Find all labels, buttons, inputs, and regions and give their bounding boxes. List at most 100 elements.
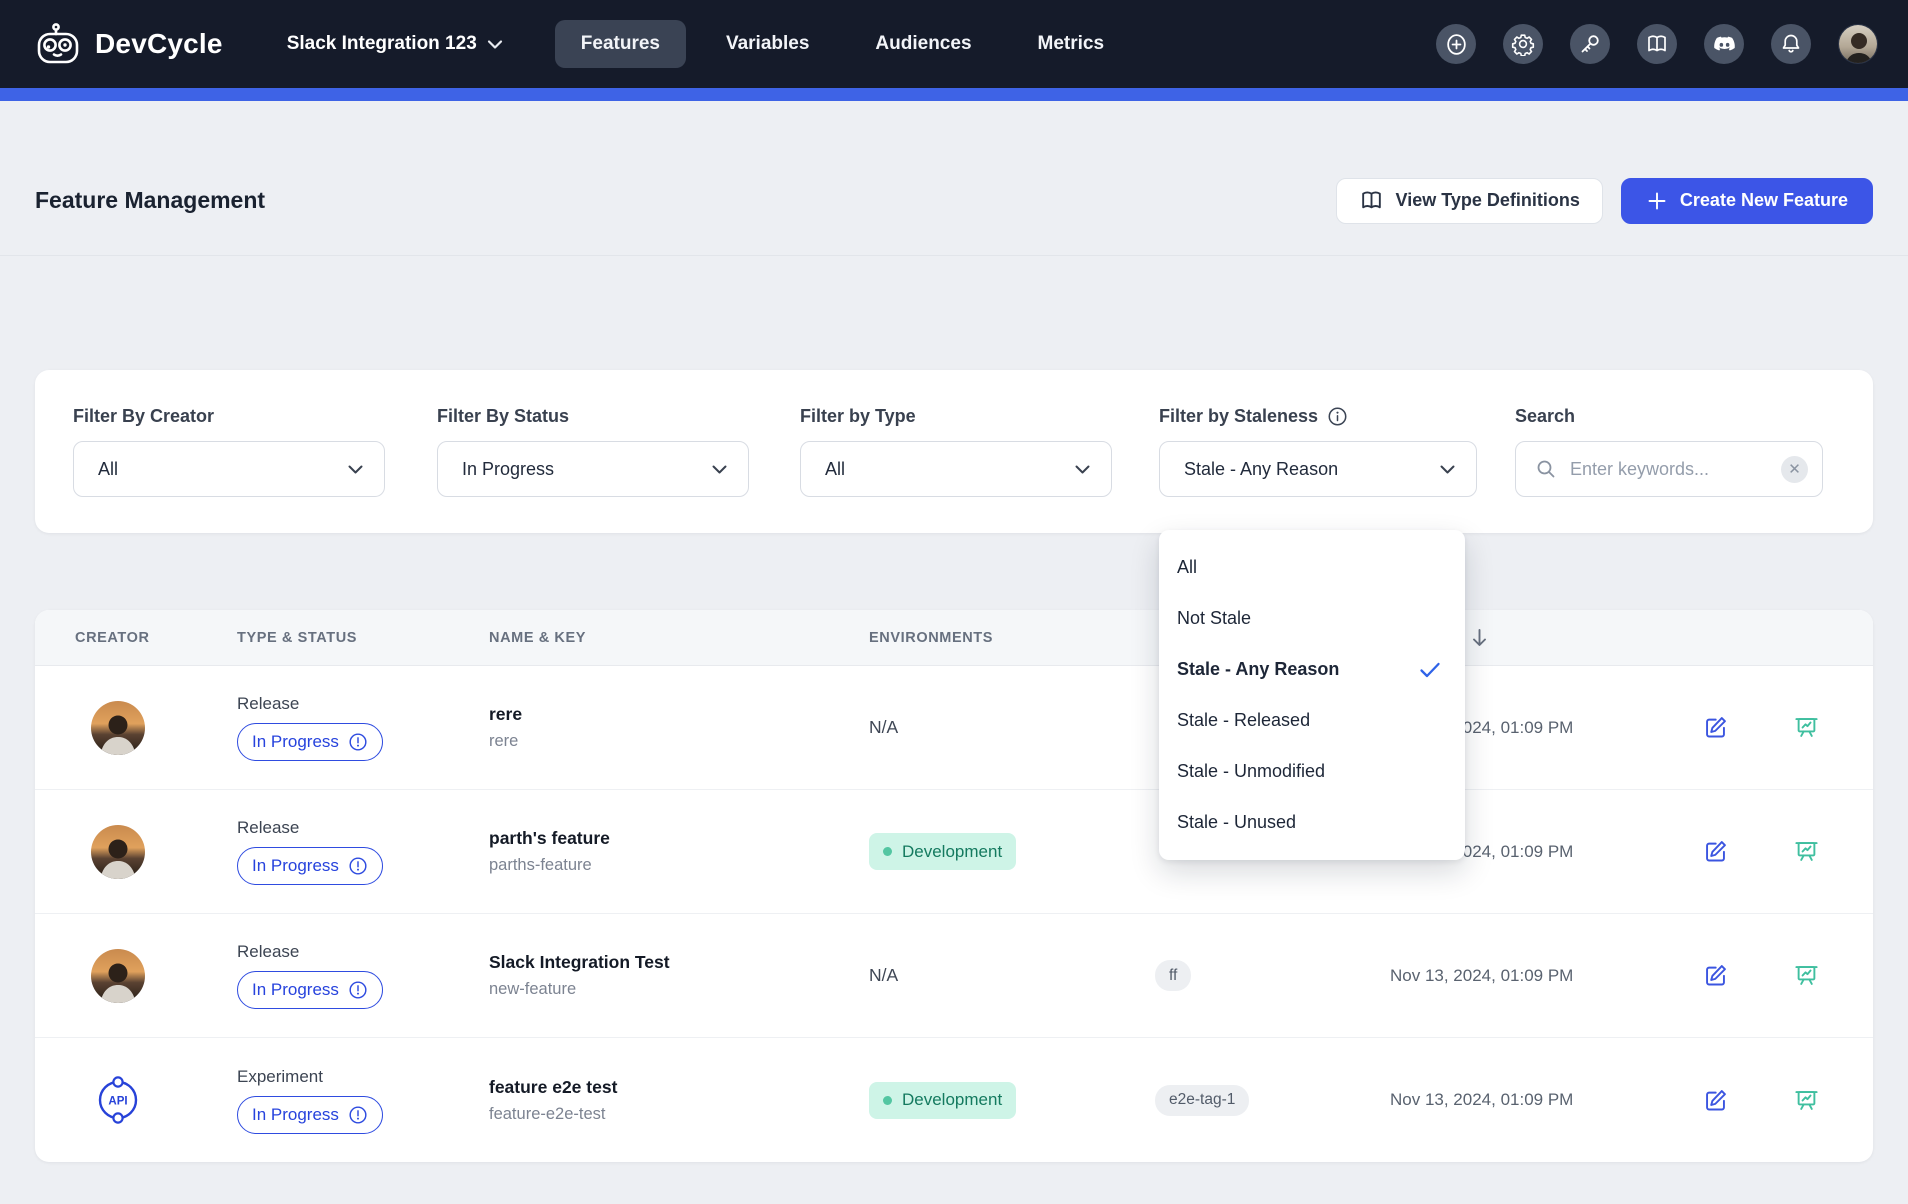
status-badge[interactable]: In Progress (237, 723, 383, 761)
edit-feature-button[interactable] (1702, 1087, 1729, 1114)
user-avatar[interactable] (1838, 24, 1878, 64)
filter-status-label: Filter By Status (437, 406, 749, 427)
edit-icon (1702, 962, 1729, 989)
feature-metrics-button[interactable] (1793, 962, 1820, 989)
api-icon: API (91, 1073, 237, 1127)
feature-type: Release (237, 694, 489, 714)
status-badge[interactable]: In Progress (237, 1096, 383, 1134)
feature-name[interactable]: feature e2e test (489, 1077, 869, 1098)
create-new-feature-label: Create New Feature (1680, 190, 1848, 211)
search-box: ✕ (1515, 441, 1823, 497)
cell-updated: Nov 13, 2024, 01:09 PM (1390, 966, 1660, 986)
cell-actions (1660, 838, 1873, 865)
feature-name[interactable]: rere (489, 704, 869, 725)
notifications-button[interactable] (1771, 24, 1811, 64)
filter-creator: Filter By Creator All (73, 406, 385, 497)
cell-type-status: Release In Progress (237, 942, 489, 1009)
cell-name-key: parth's feature parths-feature (489, 828, 869, 875)
table-row[interactable]: Release In Progress parth's feature part… (35, 790, 1873, 914)
brand[interactable]: DevCycle (35, 22, 223, 66)
filter-creator-select[interactable]: All (73, 441, 385, 497)
table-row[interactable]: API Experiment In Progress feature e2e t… (35, 1038, 1873, 1162)
check-icon (1419, 661, 1441, 679)
docs-button[interactable] (1637, 24, 1677, 64)
feature-metrics-button[interactable] (1793, 1087, 1820, 1114)
creator-avatar (91, 825, 145, 879)
col-header-environments[interactable]: ENVIRONMENTS (869, 630, 1155, 646)
discord-button[interactable] (1704, 24, 1744, 64)
gear-icon (1511, 32, 1535, 56)
tab-metrics[interactable]: Metrics (1012, 20, 1131, 68)
alert-circle-icon (348, 856, 368, 876)
alert-circle-icon (348, 980, 368, 1000)
filter-type-label: Filter by Type (800, 406, 1112, 427)
add-button[interactable] (1436, 24, 1476, 64)
tag-badge: ff (1155, 960, 1191, 991)
tab-variables[interactable]: Variables (700, 20, 835, 68)
staleness-option-stale-released[interactable]: Stale - Released (1159, 695, 1465, 746)
create-new-feature-button[interactable]: Create New Feature (1621, 178, 1873, 224)
cell-tags: ff (1155, 960, 1390, 991)
filter-status-select[interactable]: In Progress (437, 441, 749, 497)
info-icon[interactable] (1327, 406, 1348, 427)
edit-feature-button[interactable] (1702, 838, 1729, 865)
col-header-type-status[interactable]: TYPE & STATUS (237, 630, 489, 646)
table-row[interactable]: Release In Progress rere rere N/A Nov 13… (35, 666, 1873, 790)
col-header-creator[interactable]: CREATOR (75, 630, 237, 646)
search-input[interactable] (1570, 459, 1769, 480)
staleness-option-not-stale[interactable]: Not Stale (1159, 593, 1465, 644)
accent-bar (0, 88, 1908, 101)
cell-creator (75, 701, 237, 755)
filter-creator-value: All (98, 459, 118, 480)
environment-dot-icon (883, 847, 892, 856)
view-type-definitions-button[interactable]: View Type Definitions (1336, 178, 1603, 224)
filter-staleness-select[interactable]: Stale - Any Reason (1159, 441, 1477, 497)
feature-name[interactable]: Slack Integration Test (489, 952, 869, 973)
status-badge[interactable]: In Progress (237, 847, 383, 885)
creator-avatar (91, 701, 145, 755)
chevron-down-icon (347, 464, 364, 475)
edit-feature-button[interactable] (1702, 962, 1729, 989)
cell-creator (75, 825, 237, 879)
edit-feature-button[interactable] (1702, 714, 1729, 741)
staleness-option-stale-any-reason[interactable]: Stale - Any Reason (1159, 644, 1465, 695)
clear-search-icon[interactable]: ✕ (1781, 456, 1808, 483)
tab-audiences[interactable]: Audiences (849, 20, 997, 68)
table-row[interactable]: Release In Progress Slack Integration Te… (35, 914, 1873, 1038)
feature-key: parths-feature (489, 856, 869, 875)
svg-text:API: API (108, 1096, 127, 1108)
status-label: In Progress (252, 856, 339, 876)
api-keys-button[interactable] (1570, 24, 1610, 64)
feature-metrics-button[interactable] (1793, 838, 1820, 865)
cell-name-key: Slack Integration Test new-feature (489, 952, 869, 999)
book-icon (1359, 188, 1384, 213)
status-badge[interactable]: In Progress (237, 971, 383, 1009)
settings-button[interactable] (1503, 24, 1543, 64)
feature-type: Release (237, 942, 489, 962)
feature-name[interactable]: parth's feature (489, 828, 869, 849)
staleness-dropdown: All Not Stale Stale - Any Reason Stale -… (1159, 530, 1465, 860)
filter-staleness-value: Stale - Any Reason (1184, 459, 1338, 480)
project-name: Slack Integration 123 (287, 33, 477, 55)
staleness-option-stale-unused[interactable]: Stale - Unused (1159, 797, 1465, 848)
col-header-name-key[interactable]: NAME & KEY (489, 630, 869, 646)
feature-metrics-button[interactable] (1793, 714, 1820, 741)
tab-features[interactable]: Features (555, 20, 686, 68)
option-label: Not Stale (1177, 608, 1251, 629)
filter-card: Filter By Creator All Filter By Status I… (35, 370, 1873, 533)
environments-value: Development (902, 842, 1002, 862)
staleness-option-all[interactable]: All (1159, 542, 1465, 593)
feature-key: feature-e2e-test (489, 1105, 869, 1124)
filter-type-select[interactable]: All (800, 441, 1112, 497)
project-selector[interactable]: Slack Integration 123 (287, 33, 503, 55)
option-label: Stale - Any Reason (1177, 659, 1339, 680)
plus-circle-icon (1444, 32, 1469, 57)
page-header: Feature Management View Type Definitions… (0, 101, 1908, 256)
nav-tabs: Features Variables Audiences Metrics (555, 20, 1130, 68)
feature-type: Release (237, 818, 489, 838)
staleness-option-stale-unmodified[interactable]: Stale - Unmodified (1159, 746, 1465, 797)
environments-value: Development (902, 1090, 1002, 1110)
environment-badge: Development (869, 1082, 1016, 1119)
chart-board-icon (1793, 962, 1820, 989)
header-actions: View Type Definitions Create New Feature (1336, 178, 1873, 224)
